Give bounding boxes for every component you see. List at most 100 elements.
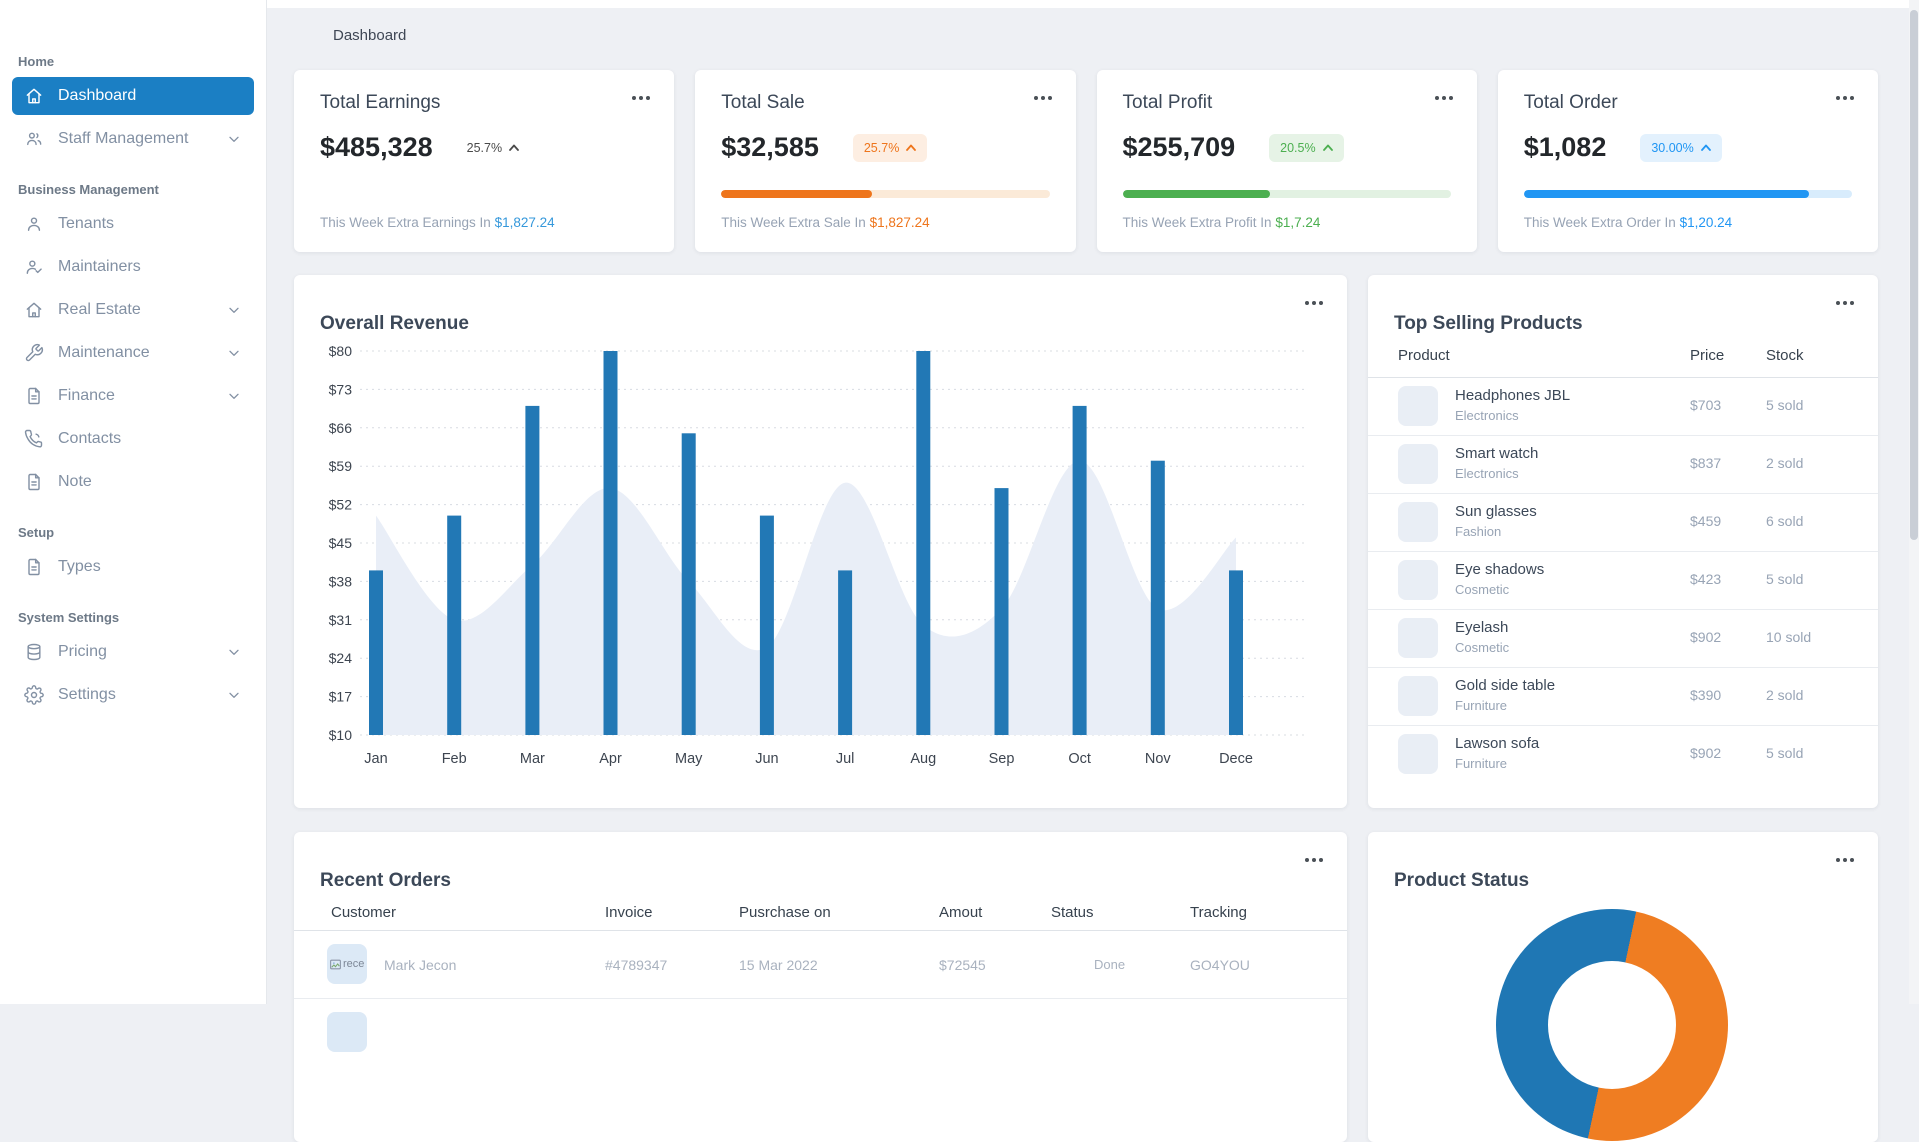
product-category: Electronics bbox=[1455, 466, 1519, 481]
ellipsis-menu-icon[interactable] bbox=[1431, 92, 1457, 104]
sidebar-item-label: Types bbox=[58, 558, 101, 575]
product-name: Lawson sofa bbox=[1455, 735, 1540, 752]
svg-text:$17: $17 bbox=[329, 689, 353, 705]
user-icon bbox=[24, 214, 44, 234]
sidebar-item-real-estate[interactable]: Real Estate bbox=[12, 291, 254, 329]
stat-card-title: Total Profit bbox=[1122, 92, 1213, 113]
document-icon bbox=[24, 557, 44, 577]
order-amount: $72545 bbox=[939, 957, 986, 973]
revenue-bar-jan bbox=[369, 570, 383, 735]
product-image-placeholder bbox=[1398, 734, 1438, 774]
product-name: Eye shadows bbox=[1455, 561, 1545, 578]
product-row-gold-side-table[interactable]: Gold side table Furniture $390 2 sold bbox=[1368, 667, 1878, 725]
progress-bar bbox=[721, 190, 1050, 198]
page-scrollbar[interactable] bbox=[1909, 0, 1919, 1004]
database-icon bbox=[24, 642, 44, 662]
product-image-placeholder bbox=[1398, 444, 1438, 484]
svg-text:$73: $73 bbox=[329, 381, 353, 397]
product-row-headphones-jbl[interactable]: Headphones JBL Electronics $703 5 sold bbox=[1368, 377, 1878, 435]
product-row-smart-watch[interactable]: Smart watch Electronics $837 2 sold bbox=[1368, 435, 1878, 493]
revenue-bar-dece bbox=[1229, 570, 1243, 735]
stat-card-total-order: Total Order $1,082 30.00% This Week Extr… bbox=[1497, 70, 1878, 252]
svg-text:Jan: Jan bbox=[364, 751, 387, 767]
change-percent: 25.7% bbox=[467, 141, 519, 155]
revenue-bar-nov bbox=[1150, 460, 1165, 735]
orders-column-invoice: Invoice bbox=[605, 904, 653, 921]
revenue-bar-feb bbox=[447, 515, 462, 735]
sidebar-item-tenants[interactable]: Tenants bbox=[12, 205, 254, 243]
svg-text:$31: $31 bbox=[329, 612, 353, 628]
orders-column-customer: Customer bbox=[331, 904, 397, 921]
product-name: Headphones JBL bbox=[1455, 387, 1571, 404]
order-customer: Mark Jecon bbox=[384, 957, 457, 973]
product-row-eye-shadows[interactable]: Eye shadows Cosmetic $423 5 sold bbox=[1368, 551, 1878, 609]
product-row-sun-glasses[interactable]: Sun glasses Fashion $459 6 sold bbox=[1368, 493, 1878, 551]
order-row-partial[interactable] bbox=[294, 998, 1347, 1066]
change-percent-badge: 25.7% bbox=[852, 133, 928, 162]
orders-table-header: Customer Invoice Pusrchase on Amout Status Tr… bbox=[294, 904, 1347, 930]
sidebar-item-types[interactable]: Types bbox=[12, 548, 254, 586]
ellipsis-menu-icon[interactable] bbox=[1030, 92, 1056, 104]
sidebar-item-pricing[interactable]: Pricing bbox=[12, 633, 254, 671]
scrollbar-thumb[interactable] bbox=[1910, 10, 1918, 540]
revenue-bar-oct bbox=[1072, 405, 1087, 735]
stat-card-title: Total Order bbox=[1523, 92, 1618, 113]
top-navbar bbox=[267, 0, 1919, 8]
sidebar-item-label: Real Estate bbox=[58, 301, 141, 318]
order-purchase-date: 15 Mar 2022 bbox=[739, 957, 818, 973]
stat-card-title: Total Earnings bbox=[320, 92, 441, 113]
product-status-title: Product Status bbox=[1394, 869, 1530, 891]
sidebar-item-maintainers[interactable]: Maintainers bbox=[12, 248, 254, 286]
product-row-eyelash[interactable]: Eyelash Cosmetic $902 10 sold bbox=[1368, 609, 1878, 667]
product-price: $902 bbox=[1690, 745, 1722, 761]
stat-card-note: This Week Extra Order In $1,20.24 bbox=[1523, 215, 1733, 230]
wrench-icon bbox=[24, 343, 44, 363]
svg-text:Feb: Feb bbox=[442, 751, 467, 767]
sidebar-item-settings[interactable]: Settings bbox=[12, 676, 254, 714]
sidebar-item-label: Pricing bbox=[58, 643, 107, 660]
product-name: Eyelash bbox=[1455, 619, 1509, 636]
orders-table-body: rece Mark Jecon #4789347 15 Mar 2022 $72… bbox=[294, 930, 1347, 1066]
home-icon bbox=[24, 86, 44, 106]
recent-orders-title: Recent Orders bbox=[320, 869, 451, 891]
ellipsis-menu-icon[interactable] bbox=[1301, 297, 1327, 309]
product-stock: 2 sold bbox=[1766, 687, 1804, 703]
stat-card-value: $485,328 bbox=[320, 132, 433, 162]
ellipsis-menu-icon[interactable] bbox=[1832, 297, 1858, 309]
stat-card-value: $1,082 bbox=[1523, 132, 1607, 162]
order-row[interactable]: rece Mark Jecon #4789347 15 Mar 2022 $72… bbox=[294, 930, 1347, 998]
document-icon bbox=[24, 472, 44, 492]
product-row-lawson-sofa[interactable]: Lawson sofa Furniture $902 5 sold bbox=[1368, 725, 1878, 783]
svg-text:$66: $66 bbox=[329, 420, 353, 436]
ellipsis-menu-icon[interactable] bbox=[1832, 854, 1858, 866]
top-selling-products-panel: Top Selling Products Product Price Stock H… bbox=[1368, 275, 1878, 808]
svg-text:Dece: Dece bbox=[1219, 751, 1253, 767]
sidebar-item-finance[interactable]: Finance bbox=[12, 377, 254, 415]
ellipsis-menu-icon[interactable] bbox=[1301, 854, 1327, 866]
chevron-up-icon bbox=[1322, 144, 1333, 151]
ellipsis-menu-icon[interactable] bbox=[1832, 92, 1858, 104]
chevron-up-icon bbox=[1700, 144, 1711, 151]
revenue-bar-may bbox=[681, 433, 696, 735]
svg-text:$10: $10 bbox=[329, 727, 353, 743]
sidebar-item-maintenance[interactable]: Maintenance bbox=[12, 334, 254, 372]
stat-card-note: This Week Extra Sale In $1,827.24 bbox=[721, 215, 930, 230]
product-image-placeholder bbox=[1398, 560, 1438, 600]
chevron-up-icon bbox=[906, 144, 917, 151]
sidebar-item-staff-management[interactable]: Staff Management bbox=[12, 120, 254, 158]
sidebar-section-system-settings: System Settings bbox=[18, 610, 120, 625]
product-category: Fashion bbox=[1455, 524, 1502, 539]
stat-cards-row: Total Earnings $485,328 25.7% This Week … bbox=[294, 70, 1878, 252]
sidebar-item-dashboard[interactable]: Dashboard bbox=[12, 77, 254, 115]
ellipsis-menu-icon[interactable] bbox=[628, 92, 654, 104]
revenue-bar-aug bbox=[916, 351, 931, 735]
sidebar-item-contacts[interactable]: Contacts bbox=[12, 420, 254, 458]
product-price: $703 bbox=[1690, 397, 1722, 413]
product-category: Cosmetic bbox=[1455, 582, 1510, 597]
sidebar: Home Dashboard Staff Management Business… bbox=[0, 0, 267, 1004]
sidebar-item-note[interactable]: Note bbox=[12, 463, 254, 501]
product-category: Electronics bbox=[1455, 408, 1519, 423]
sidebar-section-business-management: Business Management bbox=[18, 182, 159, 197]
home-icon bbox=[24, 300, 44, 320]
sidebar-item-label: Settings bbox=[58, 686, 116, 703]
